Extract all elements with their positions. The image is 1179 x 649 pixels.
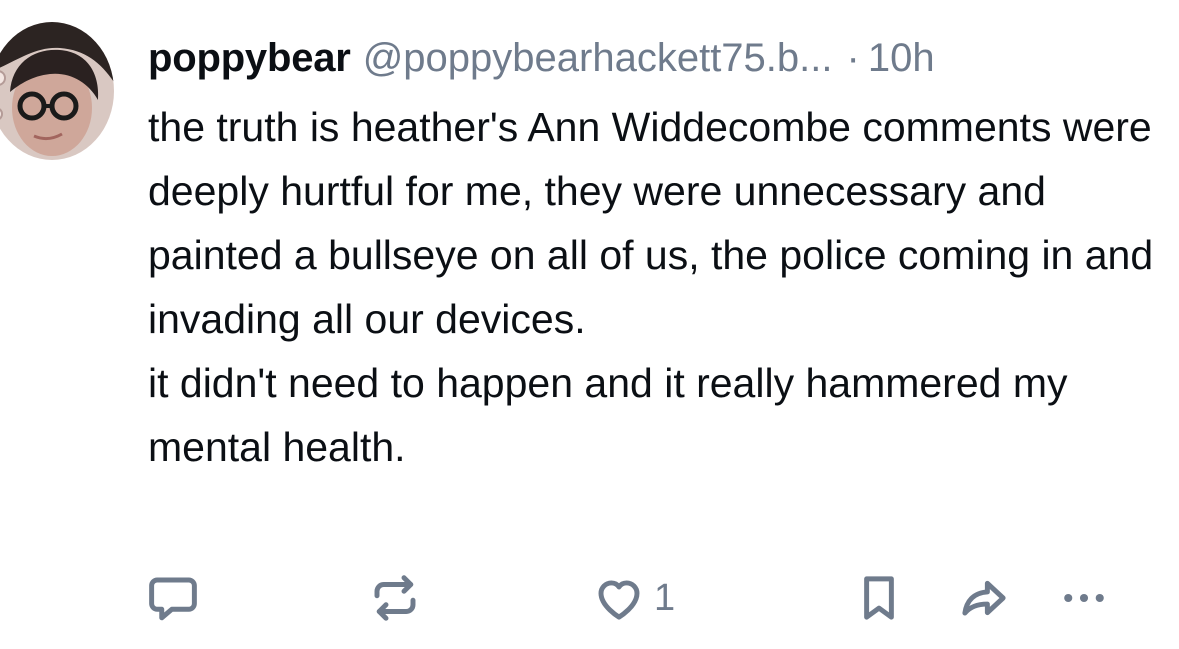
post-card: poppybear @poppybearhackett75.b... · 10h… [0,0,1179,649]
post-paragraph: the truth is heather's Ann Widdecombe co… [148,104,1154,342]
more-icon [1064,593,1104,603]
heart-icon [598,580,640,620]
repost-icon [374,575,416,621]
post-timestamp[interactable]: 10h [868,30,935,86]
bookmark-button[interactable] [852,568,906,628]
author-handle[interactable]: @poppybearhackett75.b... [363,30,833,86]
post-paragraph: it didn't need to happen and it really h… [148,360,1068,470]
post-actions: 1 [0,568,1179,628]
avatar-image [0,22,114,160]
share-button[interactable] [956,568,1012,628]
post-header: poppybear @poppybearhackett75.b... · 10h [148,30,935,86]
post-text: the truth is heather's Ann Widdecombe co… [148,95,1158,479]
like-button[interactable]: 1 [592,568,675,628]
meta-separator: · [846,36,860,80]
bookmark-icon [864,576,894,620]
more-button[interactable] [1056,568,1112,628]
reply-icon [149,577,197,621]
author-display-name[interactable]: poppybear [148,30,351,86]
reply-button[interactable] [146,568,200,628]
author-avatar[interactable] [0,22,114,160]
share-icon [962,580,1006,616]
repost-button[interactable] [368,568,422,628]
like-count: 1 [654,577,676,619]
